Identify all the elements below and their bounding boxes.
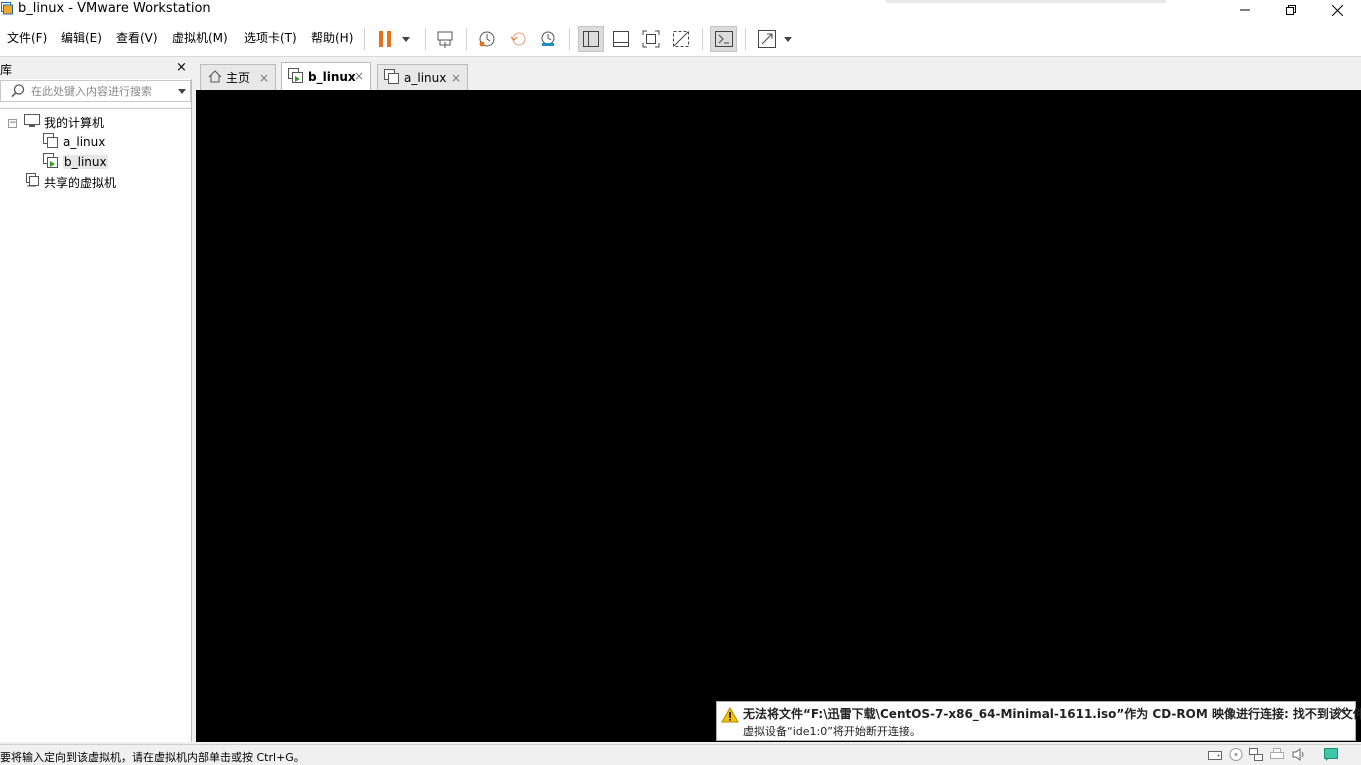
menu-file[interactable]: 文件(F) xyxy=(7,29,47,46)
search-icon xyxy=(11,84,25,101)
hdd-icon[interactable] xyxy=(1208,748,1222,761)
notification-message: 无法将文件“F:\迅雷下载\CentOS-7-x86_64-Minimal-16… xyxy=(743,707,1361,721)
tree-item-b-linux[interactable]: b_linux xyxy=(43,153,108,171)
vm-running-icon xyxy=(288,67,304,86)
vmware-app-icon xyxy=(1,2,13,15)
stretch-icon xyxy=(758,30,776,48)
send-ctrl-alt-del-button[interactable] xyxy=(433,26,457,52)
fullscreen-icon xyxy=(642,30,660,48)
status-message: 要将输入定向到该虚拟机，请在虚拟机内部单击或按 Ctrl+G。 xyxy=(0,751,305,764)
home-icon xyxy=(208,69,222,86)
restore-icon xyxy=(1286,5,1296,15)
network-icon[interactable] xyxy=(1249,748,1263,761)
menu-toolbar-bar: 文件(F) 编辑(E) 查看(V) 虚拟机(M) 选项卡(T) 帮助(H) xyxy=(0,20,1361,57)
toolbar-separator xyxy=(364,28,365,50)
library-header: 库 × xyxy=(0,57,192,79)
full-screen-button[interactable] xyxy=(639,26,663,52)
library-view-icon xyxy=(583,31,599,47)
status-bar: 要将输入定向到该虚拟机，请在虚拟机内部单击或按 Ctrl+G。 xyxy=(0,744,1361,764)
computer-icon xyxy=(24,113,40,131)
menu-view[interactable]: 查看(V) xyxy=(116,29,158,46)
library-close-button[interactable]: × xyxy=(176,60,187,75)
notification-detail: 虚拟设备“ide1:0”将开始断开连接。 xyxy=(743,725,921,738)
pause-icon xyxy=(379,31,391,47)
message-icon[interactable] xyxy=(1324,748,1338,761)
pause-button[interactable] xyxy=(374,26,396,52)
tab-b-linux-close-button[interactable]: × xyxy=(354,69,364,83)
revert-snapshot-icon xyxy=(510,32,526,46)
stretch-dropdown-button[interactable] xyxy=(781,26,795,52)
warning-icon xyxy=(721,706,739,726)
snapshot-manager-button[interactable] xyxy=(536,26,560,52)
close-icon xyxy=(1331,4,1343,16)
window-title: b_linux - VMware Workstation xyxy=(18,1,211,16)
shared-vm-icon xyxy=(24,173,40,191)
snapshot-icon xyxy=(479,31,495,47)
take-snapshot-button[interactable] xyxy=(475,26,499,52)
restore-button[interactable] xyxy=(1268,0,1314,20)
tab-home-close-button[interactable]: × xyxy=(259,71,269,85)
tree-label-shared-vms: 共享的虚拟机 xyxy=(44,175,117,190)
vm-icon xyxy=(384,68,400,87)
cdrom-icon[interactable] xyxy=(1229,748,1243,761)
tree-label-b-linux: b_linux xyxy=(63,155,108,169)
cdrom-warning-notification: 无法将文件“F:\迅雷下载\CentOS-7-x86_64-Minimal-16… xyxy=(716,701,1361,741)
tree-divider xyxy=(0,107,191,109)
printer-icon[interactable] xyxy=(1270,748,1284,761)
tree-label-a-linux: a_linux xyxy=(63,135,106,149)
toolbar-separator xyxy=(745,28,746,50)
show-library-button[interactable] xyxy=(578,26,604,52)
dropdown-arrow-icon xyxy=(402,36,410,42)
snapshot-manager-icon xyxy=(541,31,555,46)
unity-icon xyxy=(673,31,689,47)
thumbnail-view-icon xyxy=(613,31,629,47)
titlebar-highlight xyxy=(886,0,1166,3)
thumbnail-bar-button[interactable] xyxy=(609,26,633,52)
power-dropdown-button[interactable] xyxy=(398,26,414,52)
library-panel: 库 × − 我的计算机 a_linux b_linux 共享的虚拟机 xyxy=(0,57,192,742)
menu-vm[interactable]: 虚拟机(M) xyxy=(172,29,228,46)
library-search-box xyxy=(0,80,191,102)
tab-a-linux[interactable]: a_linux × xyxy=(377,64,468,90)
close-window-button[interactable] xyxy=(1314,0,1360,20)
vm-icon xyxy=(43,133,59,151)
tree-item-shared-vms[interactable]: 共享的虚拟机 xyxy=(24,173,116,191)
minimize-icon xyxy=(1240,9,1250,11)
tab-home-label: 主页 xyxy=(226,71,251,85)
tree-item-my-computer[interactable]: 我的计算机 xyxy=(24,113,104,131)
search-dropdown-icon[interactable] xyxy=(178,89,186,94)
tab-strip: 主页 × b_linux × a_linux × xyxy=(198,57,1361,90)
minimize-button[interactable] xyxy=(1222,0,1268,20)
toolbar-separator xyxy=(569,28,570,50)
menu-help[interactable]: 帮助(H) xyxy=(311,29,353,46)
stretch-guest-button[interactable] xyxy=(754,26,780,52)
notification-close-button[interactable]: × xyxy=(1336,704,1347,719)
console-icon xyxy=(714,31,733,47)
title-bar: b_linux - VMware Workstation xyxy=(0,0,1361,20)
toolbar-separator xyxy=(466,28,467,50)
tab-b-linux[interactable]: b_linux × xyxy=(281,62,371,90)
revert-snapshot-button[interactable] xyxy=(506,26,530,52)
tab-b-linux-label: b_linux xyxy=(308,69,356,84)
tree-item-a-linux[interactable]: a_linux xyxy=(43,133,105,151)
send-keys-icon xyxy=(437,31,453,48)
console-view-button[interactable] xyxy=(710,26,737,52)
menu-tabs[interactable]: 选项卡(T) xyxy=(244,29,297,46)
tab-home[interactable]: 主页 × xyxy=(200,64,276,90)
menu-edit[interactable]: 编辑(E) xyxy=(61,29,102,46)
vm-console-screen[interactable] xyxy=(196,90,1361,742)
library-search-input[interactable] xyxy=(31,83,171,99)
library-title: 库 xyxy=(0,63,13,77)
dropdown-arrow-icon xyxy=(784,36,792,42)
collapse-toggle-icon[interactable]: − xyxy=(8,119,17,128)
vm-running-icon xyxy=(43,153,59,171)
tree-label-my-computer: 我的计算机 xyxy=(44,115,105,130)
unity-button[interactable] xyxy=(669,26,693,52)
toolbar-separator xyxy=(425,28,426,50)
tab-a-linux-close-button[interactable]: × xyxy=(451,71,461,85)
toolbar-separator xyxy=(702,28,703,50)
sound-icon[interactable] xyxy=(1292,748,1306,761)
tab-a-linux-label: a_linux xyxy=(404,70,447,85)
